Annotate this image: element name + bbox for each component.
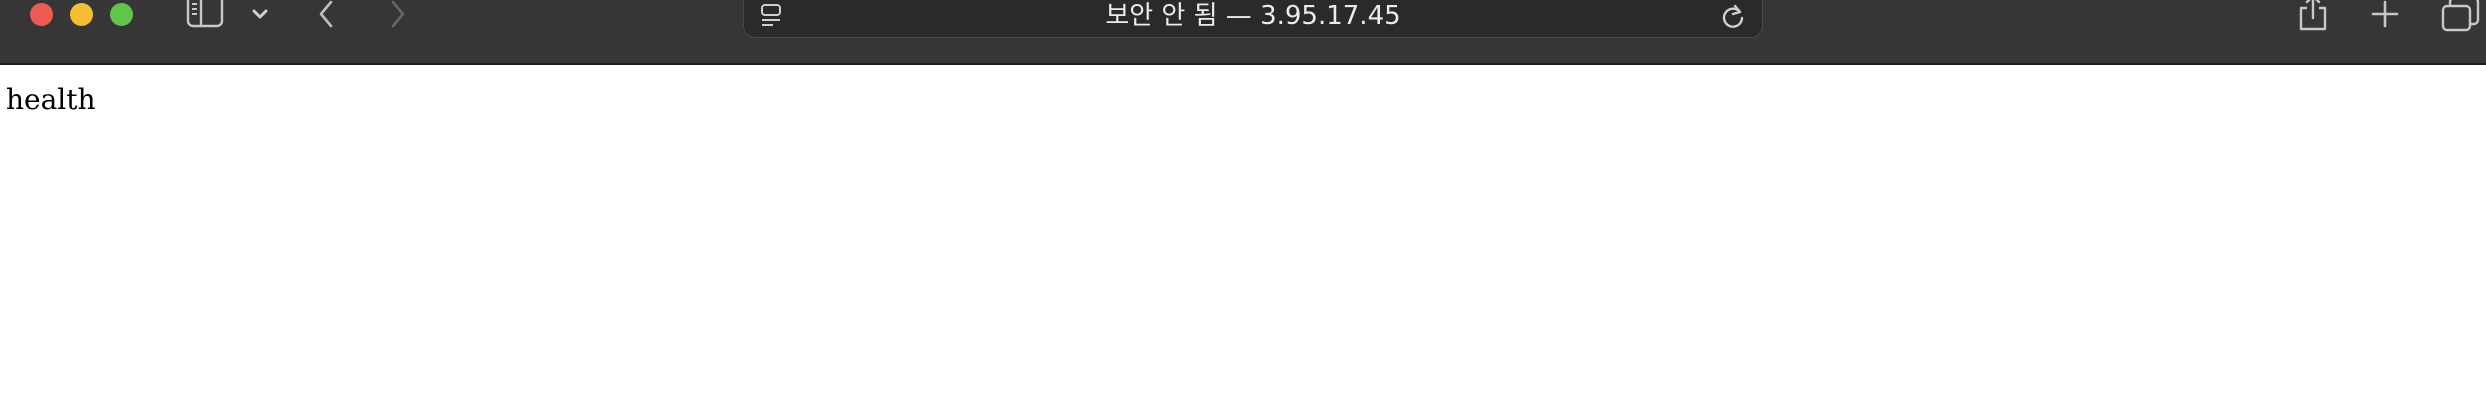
forward-button[interactable] xyxy=(386,0,410,30)
sidebar-toggle-button[interactable] xyxy=(186,0,226,30)
address-text[interactable]: 보안 안 됨 — 3.95.17.45 xyxy=(804,1,1702,31)
new-tab-button[interactable] xyxy=(2370,0,2400,30)
plus-icon xyxy=(2370,0,2400,30)
page-body-text: health xyxy=(6,83,96,116)
address-bar[interactable]: 보안 안 됨 — 3.95.17.45 xyxy=(743,0,1763,38)
window-zoom-button[interactable] xyxy=(110,3,133,26)
browser-toolbar: 보안 안 됨 — 3.95.17.45 xyxy=(0,0,2486,65)
reader-mode-icon[interactable] xyxy=(758,1,786,31)
tabs-overview-icon xyxy=(2440,0,2480,32)
reload-icon[interactable] xyxy=(1718,1,1748,31)
share-button[interactable] xyxy=(2296,0,2330,32)
chevron-right-icon xyxy=(386,0,410,30)
back-button[interactable] xyxy=(314,0,338,30)
share-icon xyxy=(2296,0,2330,32)
tab-group-menu-button[interactable] xyxy=(248,2,272,26)
tabs-overview-button[interactable] xyxy=(2440,0,2480,32)
chevron-down-icon xyxy=(248,2,272,26)
window-minimize-button[interactable] xyxy=(70,3,93,26)
sidebar-icon xyxy=(186,0,226,30)
window-close-button[interactable] xyxy=(30,3,53,26)
chevron-left-icon xyxy=(314,0,338,30)
page-content: health xyxy=(0,65,2486,420)
